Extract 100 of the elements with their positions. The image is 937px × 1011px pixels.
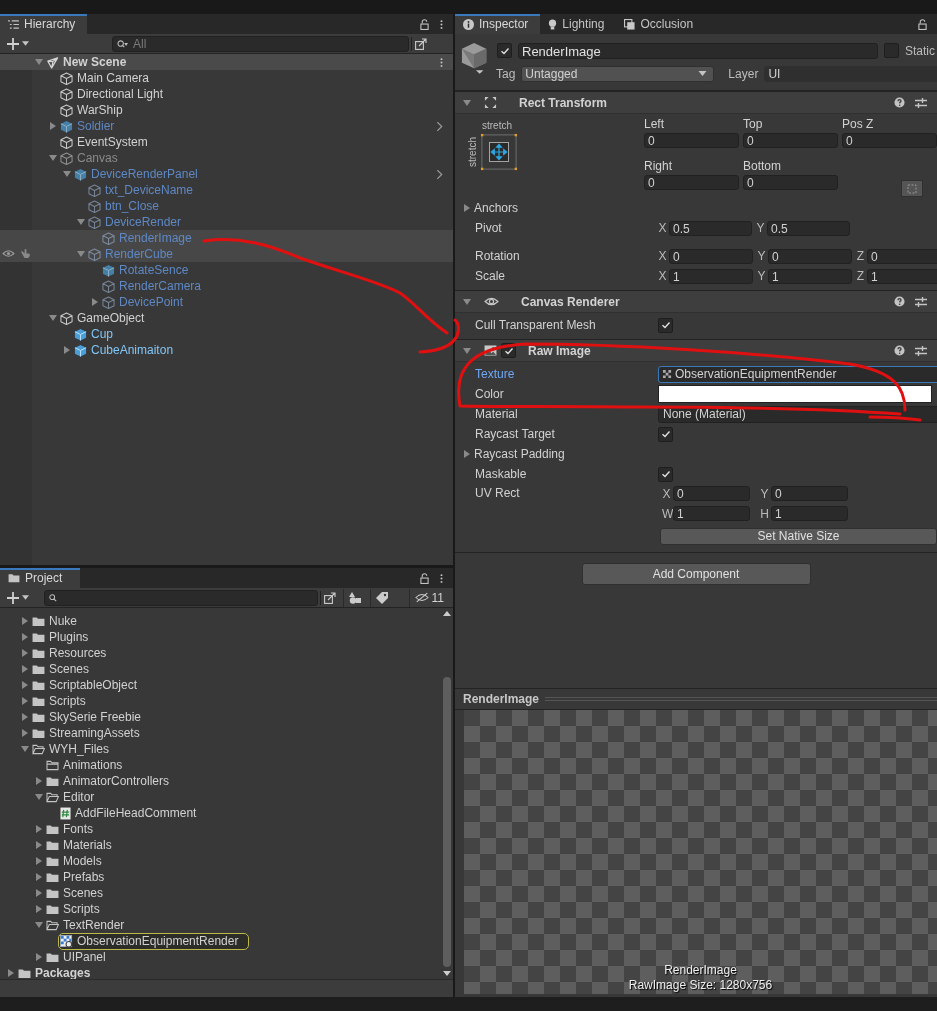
hierarchy-item[interactable]: CubeAnimaiton — [0, 342, 453, 358]
item-label: Directional Light — [77, 87, 164, 101]
asset-item[interactable]: WYH_Files — [30, 740, 120, 758]
asset-item[interactable]: Editor — [44, 788, 106, 806]
hierarchy-tab[interactable]: Hierarchy — [0, 14, 88, 34]
asset-item[interactable]: Fonts — [44, 820, 104, 838]
axis-label: W — [662, 506, 671, 521]
item-label: Canvas — [77, 151, 118, 165]
number-field[interactable]: 0 — [842, 133, 937, 148]
layer-dropdown[interactable]: UI — [764, 65, 937, 82]
asset-item[interactable]: Scenes — [44, 884, 115, 902]
field-label: Right — [644, 158, 673, 173]
number-field[interactable]: 1 — [669, 268, 753, 284]
asset-item[interactable]: Plugins — [30, 628, 100, 646]
preview-caption: RawImage Size: 1280x756 — [627, 978, 774, 992]
number-field[interactable]: 0 — [867, 248, 937, 264]
hierarchy-item[interactable]: Directional Light — [0, 86, 453, 102]
scene-row[interactable]: New Scene — [0, 54, 453, 70]
hierarchy-item[interactable]: EventSystem — [0, 134, 453, 150]
asset-item[interactable]: ScriptableObject — [30, 676, 149, 694]
set-native-size-button[interactable]: Set Native Size — [660, 527, 937, 545]
tab-label: Hierarchy — [24, 17, 76, 31]
object-name-field[interactable]: RenderImage — [518, 42, 878, 59]
axis-label: Y — [757, 249, 766, 263]
field-label: Top — [743, 116, 764, 131]
foldout-label[interactable]: Raycast Padding — [474, 447, 565, 461]
asset-item[interactable]: Resources — [30, 644, 118, 662]
foldout-label[interactable]: Anchors — [474, 201, 519, 215]
asset-item[interactable]: Scenes — [30, 660, 101, 678]
number-field[interactable]: 1 — [771, 506, 848, 521]
item-label: txt_DeviceName — [105, 183, 194, 197]
hierarchy-item[interactable]: Main Camera — [0, 70, 453, 86]
number-field[interactable]: 0 — [669, 248, 753, 264]
search-field[interactable]: All — [112, 35, 409, 52]
asset-item[interactable]: Scripts — [44, 900, 111, 918]
component-header[interactable]: Rect Transform — [455, 91, 937, 114]
property-label: Rotation — [474, 249, 521, 263]
tag-dropdown[interactable]: Untagged — [521, 65, 715, 82]
asset-item[interactable]: UIPanel — [44, 948, 117, 966]
asset-item[interactable]: Prefabs — [44, 868, 116, 886]
project-tab[interactable]: Project — [0, 568, 80, 588]
number-field[interactable]: 1 — [867, 268, 937, 284]
number-field[interactable]: 1 — [673, 506, 750, 521]
hierarchy-item[interactable]: GameObject — [0, 310, 453, 326]
asset-item[interactable]: Animations — [44, 756, 134, 774]
item-label: RenderImage — [119, 231, 192, 245]
asset-item[interactable]: TextRender — [44, 916, 136, 934]
number-field[interactable]: 0 — [673, 486, 750, 501]
asset-item[interactable]: Models — [44, 852, 113, 870]
item-label: Cup — [91, 327, 113, 341]
asset-item[interactable]: Packages — [16, 964, 102, 982]
component-header[interactable]: Canvas Renderer — [455, 290, 937, 313]
asset-item[interactable]: AddFileHeadComment — [58, 804, 208, 822]
axis-label: X — [658, 221, 667, 235]
property-label: Pivot — [474, 221, 503, 235]
inspector-tab[interactable]: Lighting — [540, 14, 617, 34]
number-field[interactable]: 0 — [771, 486, 848, 501]
item-label: Main Camera — [77, 71, 150, 85]
inspector-tab[interactable]: Inspector — [455, 14, 541, 34]
asset-item[interactable]: SkySerie Freebie — [30, 708, 153, 726]
anchor-label: stretch — [467, 137, 477, 167]
number-field[interactable]: 1 — [768, 268, 852, 284]
axis-label: X — [658, 249, 667, 263]
hierarchy-item[interactable]: Cup — [0, 326, 453, 342]
item-label: DevicePoint — [119, 295, 184, 309]
axis-label: X — [662, 486, 671, 501]
axis-label: H — [760, 506, 769, 521]
item-label: WarShip — [77, 103, 123, 117]
asset-item[interactable]: StreamingAssets — [30, 724, 151, 742]
asset-item[interactable]: Scripts — [30, 692, 97, 710]
number-field[interactable]: 0 — [743, 133, 838, 148]
number-field[interactable]: 0.5 — [669, 220, 752, 236]
component-title: Canvas Renderer — [521, 294, 620, 309]
item-label: Soldier — [77, 119, 115, 133]
object-field[interactable]: ObservationEquipmentRender — [658, 365, 937, 383]
asset-item[interactable]: Nuke — [30, 612, 88, 630]
anchor-label: stretch — [482, 120, 513, 131]
inspector-tab[interactable]: Occlusion — [616, 14, 706, 34]
number-field[interactable]: 0 — [768, 248, 852, 264]
field-label: Pos Z — [842, 116, 875, 131]
field-label: Left — [644, 116, 665, 131]
component-title: Rect Transform — [519, 95, 608, 110]
axis-label: Z — [856, 269, 865, 283]
number-field[interactable]: 0 — [644, 175, 739, 190]
tab-label: Project — [25, 571, 63, 585]
hidden-packages-button[interactable]: 11 — [408, 588, 449, 607]
number-field[interactable]: 0.5 — [767, 220, 850, 236]
property-label: Maskable — [474, 467, 528, 481]
asset-item[interactable]: ObservationEquipmentRender — [58, 932, 250, 950]
add-component-button[interactable]: Add Component — [581, 563, 811, 585]
axis-label: Y — [757, 269, 766, 283]
static-label: Static — [905, 43, 935, 58]
number-field[interactable]: 0 — [644, 133, 739, 148]
property-label: UV Rect — [474, 486, 521, 500]
hierarchy-item[interactable]: WarShip — [0, 102, 453, 118]
number-field[interactable]: 0 — [743, 175, 838, 190]
asset-item[interactable]: AnimatorControllers — [44, 772, 181, 790]
component-title: Raw Image — [528, 343, 591, 358]
axis-label: Y — [760, 486, 769, 501]
asset-item[interactable]: Materials — [44, 836, 123, 854]
